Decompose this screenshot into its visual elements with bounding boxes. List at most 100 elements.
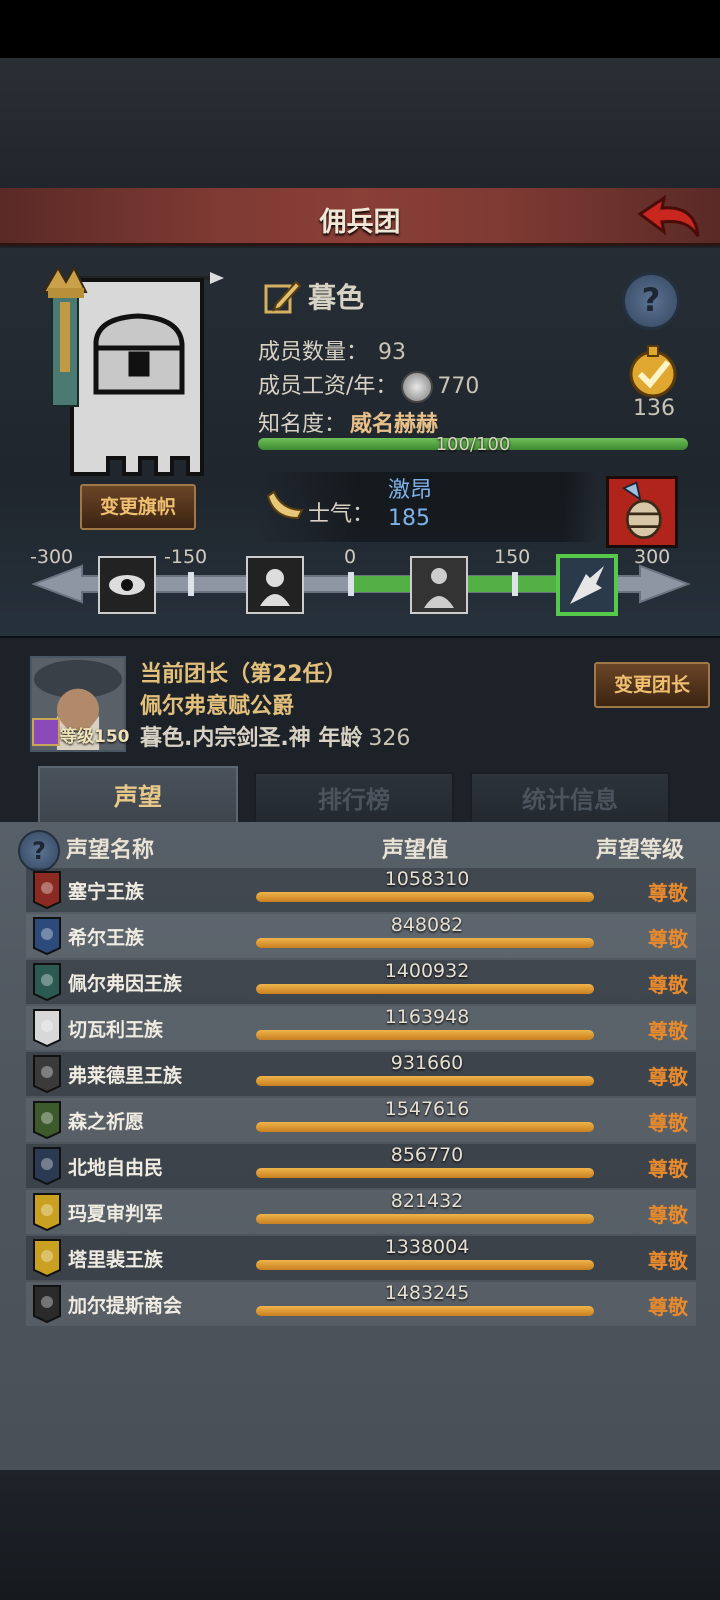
faction-emblem-icon <box>33 963 61 1002</box>
faction-name: 北地自由民 <box>68 1157 164 1179</box>
tab-leaderboard[interactable]: 排行榜 <box>254 772 454 824</box>
faction-emblem-icon <box>33 1055 61 1094</box>
reputation-bar <box>256 1214 594 1224</box>
reputation-value: 1547616 <box>384 1098 470 1120</box>
leader-name: 佩尔弗意赋公爵 <box>140 694 295 719</box>
leader-title: 当前团长（第22任） <box>140 662 347 687</box>
back-arrow-icon[interactable] <box>636 194 702 242</box>
member-count-stat: 成员数量： 93 <box>258 334 406 366</box>
reputation-value: 821432 <box>390 1190 464 1212</box>
faction-name: 塞宁王族 <box>68 881 145 903</box>
col-header-value: 声望值 <box>382 838 449 863</box>
member-wage-stat: 成员工资/年： 770 <box>258 368 479 403</box>
member-count-label: 成员数量： <box>258 340 369 365</box>
reputation-level: 尊敬 <box>648 927 688 951</box>
reputation-level: 尊敬 <box>648 1249 688 1273</box>
reputation-level: 尊敬 <box>648 1019 688 1043</box>
company-info-panel: 变更旗帜 暮色 ? 成员数量： 93 成员工资/年： 770 知名度： 威名赫赫 10… <box>0 248 720 638</box>
eye-state-icon <box>98 556 156 614</box>
reputation-row[interactable]: 北地自由民 856770 尊敬 <box>26 1144 696 1188</box>
faction-name: 弗莱德里王族 <box>68 1065 183 1087</box>
tab-bar: 声望 排行榜 统计信息 <box>30 766 690 824</box>
reputation-row[interactable]: 塞宁王族 1058310 尊敬 <box>26 868 696 912</box>
company-name-row: 暮色 <box>262 276 364 316</box>
reputation-row[interactable]: 塔里裴王族 1338004 尊敬 <box>26 1236 696 1280</box>
company-name: 暮色 <box>308 281 365 314</box>
silver-coin-icon <box>401 371 434 403</box>
change-flag-button[interactable]: 变更旗帜 <box>80 484 196 530</box>
faction-name: 加尔提斯商会 <box>68 1295 183 1317</box>
morale-value: 185 <box>388 506 430 531</box>
reputation-help-button[interactable]: ? <box>18 830 60 872</box>
reputation-level: 尊敬 <box>648 973 688 997</box>
morale-state: 激昂 <box>388 478 433 503</box>
quest-badge-icon[interactable] <box>622 344 684 404</box>
status-bar <box>0 0 720 58</box>
faction-emblem-icon <box>33 1009 61 1048</box>
faction-emblem-icon <box>33 871 61 910</box>
faction-name: 玛夏审判军 <box>68 1203 164 1225</box>
faction-emblem-icon <box>33 917 61 956</box>
reputation-value: 1163948 <box>384 1006 470 1028</box>
change-leader-button[interactable]: 变更团长 <box>594 662 710 708</box>
faction-name: 切瓦利王族 <box>68 1019 164 1041</box>
leader-age-value: 326 <box>368 726 411 751</box>
reputation-value: 848082 <box>390 914 464 936</box>
reputation-row[interactable]: 弗莱德里王族 931660 尊敬 <box>26 1052 696 1096</box>
faction-emblem-icon <box>33 1239 61 1278</box>
reputation-bar <box>256 1260 594 1270</box>
leader-level: 等级150 <box>60 727 130 747</box>
reputation-row[interactable]: 森之祈愿 1547616 尊敬 <box>26 1098 696 1142</box>
page-title: 佣兵团 <box>319 207 401 238</box>
reputation-row[interactable]: 佩尔弗因王族 1400932 尊敬 <box>26 960 696 1004</box>
member-wage-label: 成员工资/年： <box>258 374 398 399</box>
faction-name: 塔里裴王族 <box>68 1249 164 1271</box>
reputation-value: 931660 <box>390 1052 464 1074</box>
reputation-level: 尊敬 <box>648 1065 688 1089</box>
leader-section: 等级150 当前团长（第22任） 佩尔弗意赋公爵 暮色.内宗剑圣.神 年龄 326… <box>22 648 710 760</box>
faction-emblem-icon <box>33 1193 61 1232</box>
reputation-bar <box>256 984 594 994</box>
member-wage-value: 770 <box>437 374 480 399</box>
faction-name: 森之祈愿 <box>68 1111 145 1133</box>
reputation-bar <box>256 892 594 902</box>
reputation-row[interactable]: 切瓦利王族 1163948 尊敬 <box>26 1006 696 1050</box>
col-header-name: 声望名称 <box>66 838 155 863</box>
despair-state-icon <box>246 556 304 614</box>
reputation-row[interactable]: 玛夏审判军 821432 尊敬 <box>26 1190 696 1234</box>
reputation-level: 尊敬 <box>648 1157 688 1181</box>
reputation-value: 1058310 <box>384 868 470 890</box>
sword-level-icon <box>32 718 60 746</box>
reputation-row[interactable]: 加尔提斯商会 1483245 尊敬 <box>26 1282 696 1326</box>
reputation-bar <box>256 1168 594 1178</box>
leader-desc-text: 暮色.内宗剑圣.神 <box>140 726 311 751</box>
edit-name-icon[interactable] <box>262 276 302 316</box>
barrel-icon[interactable] <box>606 476 678 548</box>
reputation-list-panel: ? 声望名称 声望值 声望等级 塞宁王族 1058310 尊敬 希尔王族 848082 尊… <box>0 822 720 1470</box>
reputation-bar <box>256 938 594 948</box>
calm-state-icon <box>410 556 468 614</box>
col-header-level: 声望等级 <box>596 838 685 863</box>
member-count-value: 93 <box>378 340 407 365</box>
faction-emblem-icon <box>33 1285 61 1324</box>
tab-reputation[interactable]: 声望 <box>38 766 238 824</box>
morale-label: 士气： <box>308 502 375 527</box>
inspired-state-icon <box>556 554 618 616</box>
company-banner <box>42 265 224 476</box>
reputation-value: 1400932 <box>384 960 470 982</box>
reputation-bar <box>256 1030 594 1040</box>
reputation-bar <box>256 1122 594 1132</box>
reputation-value: 856770 <box>390 1144 464 1166</box>
tab-statistics[interactable]: 统计信息 <box>470 772 670 824</box>
reputation-level: 尊敬 <box>648 1295 688 1319</box>
faction-name: 佩尔弗因王族 <box>68 973 183 995</box>
reputation-value: 1483245 <box>384 1282 470 1304</box>
reputation-value: 1338004 <box>384 1236 470 1258</box>
title-bar: 佣兵团 <box>0 188 720 246</box>
quest-count: 136 <box>633 396 675 421</box>
reputation-row[interactable]: 希尔王族 848082 尊敬 <box>26 914 696 958</box>
reputation-bar <box>256 1076 594 1086</box>
help-button[interactable]: ? <box>622 272 680 330</box>
bottom-area <box>0 1470 720 1600</box>
faction-emblem-icon <box>33 1147 61 1186</box>
